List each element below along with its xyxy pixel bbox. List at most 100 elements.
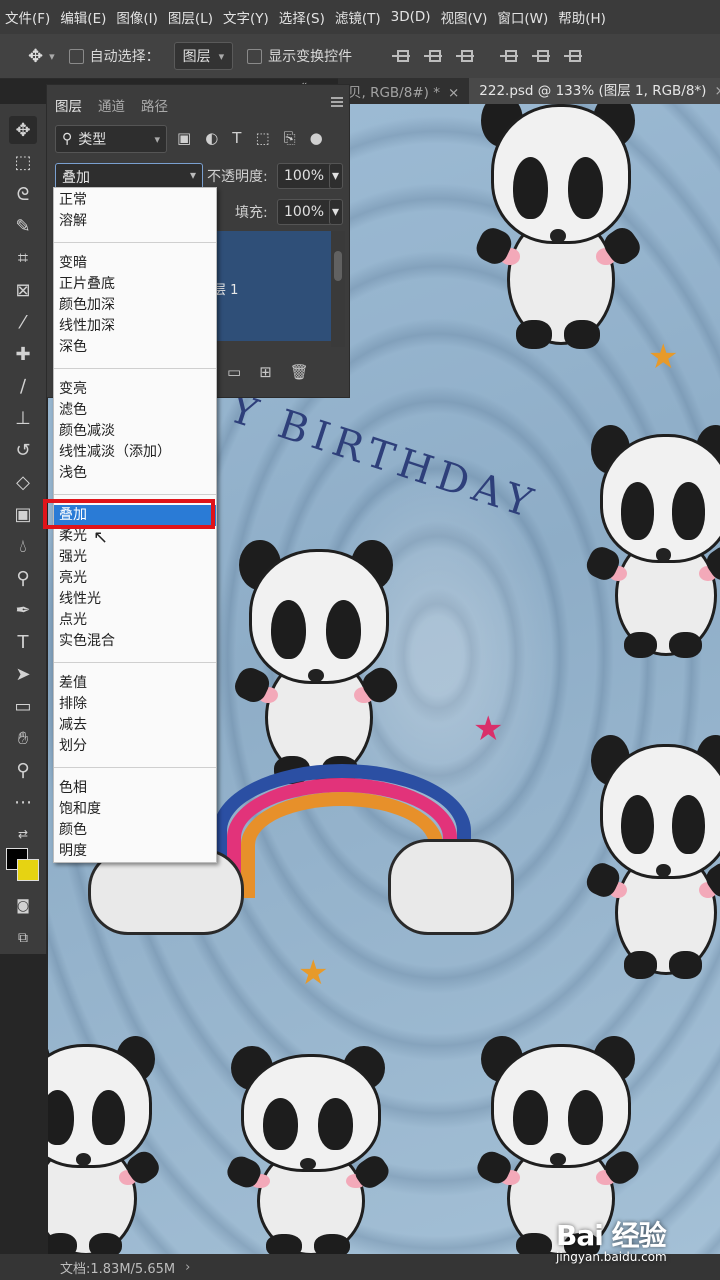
blend-mode-option[interactable]: 正片叠底: [54, 274, 216, 295]
eraser-tool-icon[interactable]: ◇: [9, 468, 37, 496]
smart-object-filter-icon[interactable]: ⎘: [284, 129, 296, 147]
pen-tool-icon[interactable]: ✒: [9, 596, 37, 624]
status-arrow-icon[interactable]: ›: [185, 1260, 190, 1275]
swap-colors-icon[interactable]: ⇄: [9, 820, 37, 848]
dodge-tool-icon[interactable]: ⚲: [9, 564, 37, 592]
panda-illustration: [582, 734, 720, 979]
align-top-icon[interactable]: [500, 48, 519, 64]
blend-mode-option[interactable]: 溶解: [54, 211, 216, 232]
close-icon[interactable]: ×: [448, 85, 459, 101]
tab-channels[interactable]: 通道: [90, 89, 133, 119]
fill-input[interactable]: 100%: [277, 199, 333, 225]
doc-tab-222[interactable]: 222.psd @ 133% (图层 1, RGB/8*) ×: [469, 78, 720, 104]
blend-mode-option[interactable]: 强光: [54, 547, 216, 568]
type-tool-icon[interactable]: T: [9, 628, 37, 656]
move-tool-icon[interactable]: ✥: [9, 116, 37, 144]
tool-preset-chevron-icon[interactable]: ▾: [49, 50, 55, 63]
layer-row[interactable]: 层 1: [197, 231, 331, 341]
blend-mode-option[interactable]: 正常: [54, 190, 216, 211]
tab-layers[interactable]: 图层: [47, 89, 90, 119]
new-group-icon[interactable]: ▭: [227, 363, 241, 381]
gradient-tool-icon[interactable]: ▣: [9, 500, 37, 528]
quick-mask-icon[interactable]: ◙: [9, 892, 37, 920]
menu-item-0[interactable]: 文件(F): [0, 7, 55, 27]
blend-mode-option[interactable]: 点光: [54, 610, 216, 631]
blend-mode-option[interactable]: 深色: [54, 337, 216, 358]
align-right-icon[interactable]: [456, 48, 475, 64]
adjustment-filter-icon[interactable]: ◐: [205, 129, 218, 147]
background-color-swatch[interactable]: [17, 859, 39, 881]
move-tool-icon[interactable]: ✥: [28, 46, 43, 67]
blend-mode-option[interactable]: 变暗: [54, 253, 216, 274]
align-middle-icon[interactable]: [532, 48, 551, 64]
blend-mode-option[interactable]: 差值: [54, 673, 216, 694]
menu-item-8[interactable]: 视图(V): [436, 7, 493, 27]
menu-item-6[interactable]: 滤镜(T): [330, 7, 386, 27]
blend-mode-option[interactable]: 明度: [54, 841, 216, 862]
blend-mode-option[interactable]: 饱和度: [54, 799, 216, 820]
menu-item-1[interactable]: 编辑(E): [55, 7, 111, 27]
blend-mode-option[interactable]: 变亮: [54, 379, 216, 400]
hand-tool-icon[interactable]: ✋︎: [9, 724, 37, 752]
blur-tool-icon[interactable]: 💧︎: [9, 532, 37, 560]
opacity-chevron-icon[interactable]: ▾: [329, 163, 343, 189]
crop-tool-icon[interactable]: ⌗: [9, 244, 37, 272]
blend-mode-option[interactable]: 色相: [54, 778, 216, 799]
clone-stamp-tool-icon[interactable]: ⊥: [9, 404, 37, 432]
menu-item-7[interactable]: 3D(D): [386, 9, 436, 25]
fill-chevron-icon[interactable]: ▾: [329, 199, 343, 225]
blend-mode-option[interactable]: 减去: [54, 715, 216, 736]
layers-scrollbar[interactable]: [331, 231, 345, 347]
menu-item-2[interactable]: 图像(I): [111, 7, 163, 27]
menu-item-4[interactable]: 文字(Y): [218, 7, 274, 27]
doc-tab-1[interactable]: 贝, RGB/8#) * ×: [338, 81, 469, 101]
blend-mode-option[interactable]: 线性减淡（添加）: [54, 442, 216, 463]
shape-filter-icon[interactable]: ⬚: [255, 129, 269, 147]
tab-paths[interactable]: 路径: [133, 89, 176, 119]
eyedropper-tool-icon[interactable]: ⁄: [9, 308, 37, 336]
auto-select-checkbox[interactable]: [68, 48, 84, 64]
filter-toggle-icon[interactable]: ●: [310, 129, 323, 147]
blend-mode-option[interactable]: 颜色: [54, 820, 216, 841]
healing-brush-tool-icon[interactable]: ✚: [9, 340, 37, 368]
menu-item-3[interactable]: 图层(L): [163, 7, 218, 27]
frame-tool-icon[interactable]: ⊠: [9, 276, 37, 304]
blend-mode-option[interactable]: 线性光: [54, 589, 216, 610]
menu-item-5[interactable]: 选择(S): [274, 7, 330, 27]
delete-layer-icon[interactable]: 🗑︎: [290, 363, 309, 381]
panel-menu-icon[interactable]: [331, 97, 343, 99]
screen-mode-icon[interactable]: ⧉: [9, 924, 37, 952]
pixel-filter-icon[interactable]: ▣: [177, 129, 191, 147]
menu-item-9[interactable]: 窗口(W): [492, 7, 553, 27]
layer-filter-dropdown[interactable]: ⚲ 类型 ▾: [55, 125, 167, 153]
align-center-icon[interactable]: [424, 48, 443, 64]
blend-mode-option[interactable]: 浅色: [54, 463, 216, 484]
marquee-tool-icon[interactable]: ⬚: [9, 148, 37, 176]
brush-tool-icon[interactable]: ∕: [9, 372, 37, 400]
blend-mode-option[interactable]: 柔光: [54, 526, 216, 547]
opacity-input[interactable]: 100%: [277, 163, 333, 189]
menu-item-10[interactable]: 帮助(H): [553, 7, 611, 27]
align-left-icon[interactable]: [392, 48, 411, 64]
new-layer-icon[interactable]: ⊞: [259, 363, 272, 381]
path-select-tool-icon[interactable]: ➤: [9, 660, 37, 688]
blend-mode-option[interactable]: 滤色: [54, 400, 216, 421]
blend-mode-option[interactable]: 线性加深: [54, 316, 216, 337]
align-bottom-icon[interactable]: [564, 48, 583, 64]
blend-mode-option[interactable]: 排除: [54, 694, 216, 715]
blend-mode-option[interactable]: 实色混合: [54, 631, 216, 652]
blend-mode-option[interactable]: 颜色加深: [54, 295, 216, 316]
blend-mode-option[interactable]: 颜色减淡: [54, 421, 216, 442]
blend-mode-option[interactable]: 划分: [54, 736, 216, 757]
more-tools-icon[interactable]: ⋯: [9, 788, 37, 816]
blend-mode-option[interactable]: 亮光: [54, 568, 216, 589]
close-icon[interactable]: ×: [714, 83, 720, 99]
quick-select-tool-icon[interactable]: ✎: [9, 212, 37, 240]
rectangle-tool-icon[interactable]: ▭: [9, 692, 37, 720]
history-brush-tool-icon[interactable]: ↺: [9, 436, 37, 464]
type-filter-icon[interactable]: T: [232, 129, 241, 147]
zoom-tool-icon[interactable]: ⚲: [9, 756, 37, 784]
show-transform-checkbox[interactable]: [247, 48, 263, 64]
auto-select-dropdown[interactable]: 图层 ▾: [173, 42, 234, 70]
lasso-tool-icon[interactable]: ᘓ: [9, 180, 37, 208]
